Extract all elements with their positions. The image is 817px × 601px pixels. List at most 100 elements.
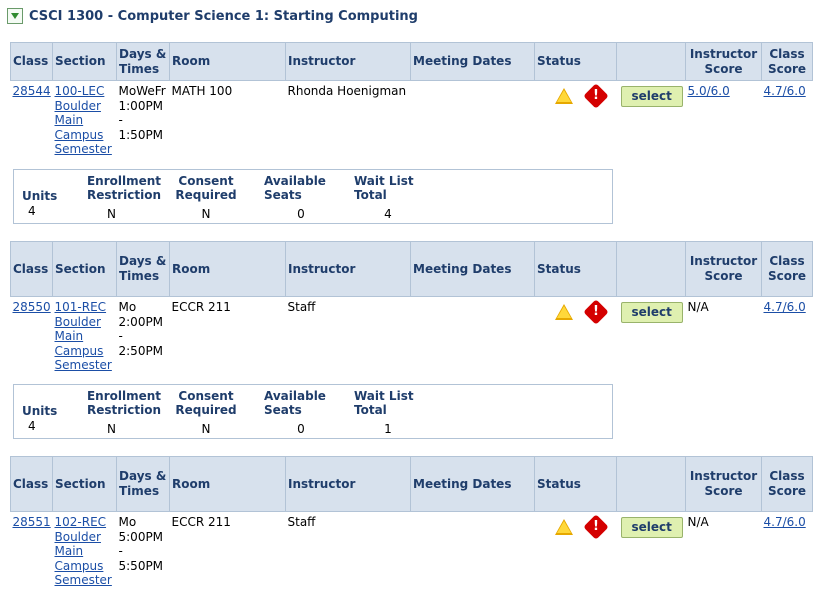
col-class-score: Class Score — [761, 241, 813, 297]
instructor: Rhonda Hoenigman — [287, 84, 407, 98]
wait-list-total-value: 4 — [384, 207, 392, 221]
units-label: Units — [22, 404, 58, 418]
table-row: 28544 100-LEC Boulder Main Campus Semester… — [11, 81, 813, 160]
course-title: CSCI 1300 - Computer Science 1: Starting… — [29, 8, 418, 24]
class-score-link[interactable]: 4.7/6.0 — [764, 515, 806, 529]
class-section-3: Class Section Days & Times Room Instruct… — [10, 456, 813, 591]
col-instructor-score: Instructor Score — [685, 241, 762, 297]
select-button[interactable]: select — [620, 302, 683, 323]
col-days-times: Days & Times — [116, 241, 170, 297]
table-row: 28551 102-REC Boulder Main Campus Semester… — [11, 512, 813, 591]
col-status: Status — [534, 456, 617, 512]
enrollment-restriction-value: N — [107, 422, 116, 436]
select-button[interactable]: select — [620, 517, 683, 538]
status: ! — [535, 512, 617, 591]
col-action — [616, 241, 686, 297]
wait-list-total-label: Wait List Total — [354, 174, 414, 202]
class-details-1: Units 4 Enrollment Restriction N Consent… — [13, 169, 613, 224]
available-seats-value: 0 — [297, 207, 305, 221]
error-diamond-icon: ! — [582, 83, 609, 109]
class-score-link[interactable]: 4.7/6.0 — [764, 300, 806, 314]
section-link[interactable]: 101-REC Boulder Main Campus Semester — [55, 300, 112, 372]
enrollment-restriction-label: Enrollment Restriction — [86, 174, 162, 202]
col-meeting-dates: Meeting Dates — [410, 241, 535, 297]
meeting-dates — [411, 297, 535, 376]
warning-triangle-icon — [554, 88, 573, 104]
status: ! — [535, 81, 617, 160]
class-table: Class Section Days & Times Room Instruct… — [10, 241, 813, 376]
error-diamond-icon: ! — [582, 299, 609, 325]
col-action — [616, 42, 686, 81]
class-section-2: Class Section Days & Times Room Instruct… — [10, 241, 813, 376]
col-instructor: Instructor — [285, 241, 411, 297]
status: ! — [535, 297, 617, 376]
available-seats-label: Available Seats — [264, 389, 326, 417]
col-instructor: Instructor — [285, 456, 411, 512]
col-status: Status — [534, 241, 617, 297]
meeting-dates — [411, 512, 535, 591]
room: ECCR 211 — [171, 300, 231, 314]
col-class: Class — [10, 241, 53, 297]
room: ECCR 211 — [171, 515, 231, 529]
class-number-link[interactable]: 28550 — [13, 300, 51, 314]
class-number-link[interactable]: 28544 — [13, 84, 51, 98]
collapse-toggle-icon[interactable] — [7, 8, 23, 24]
units-value: 4 — [28, 419, 36, 433]
col-instructor: Instructor — [285, 42, 411, 81]
class-number-link[interactable]: 28551 — [13, 515, 51, 529]
consent-required-value: N — [201, 422, 211, 436]
col-section: Section — [52, 42, 117, 81]
instructor: Staff — [287, 300, 316, 314]
col-class-score: Class Score — [761, 456, 813, 512]
days-times: Mo 2:00PM -2:50PM — [118, 300, 164, 358]
consent-required-label: Consent Required — [175, 389, 237, 417]
days-times: MoWeFr 1:00PM -1:50PM — [118, 84, 166, 142]
error-diamond-icon: ! — [582, 514, 609, 540]
col-class: Class — [10, 456, 53, 512]
instructor-score: N/A — [687, 300, 709, 314]
enrollment-restriction-value: N — [107, 207, 116, 221]
days-times: Mo 5:00PM -5:50PM — [118, 515, 164, 573]
col-status: Status — [534, 42, 617, 81]
col-class: Class — [10, 42, 53, 81]
col-meeting-dates: Meeting Dates — [410, 456, 535, 512]
table-row: 28550 101-REC Boulder Main Campus Semester… — [11, 297, 813, 376]
warning-triangle-icon — [554, 304, 573, 320]
col-days-times: Days & Times — [116, 456, 170, 512]
class-details-2: Units 4 Enrollment Restriction N Consent… — [13, 384, 613, 439]
class-score-link[interactable]: 4.7/6.0 — [764, 84, 806, 98]
room: MATH 100 — [171, 84, 233, 98]
col-section: Section — [52, 241, 117, 297]
course-header: CSCI 1300 - Computer Science 1: Starting… — [7, 8, 418, 24]
col-room: Room — [169, 42, 286, 81]
available-seats-label: Available Seats — [264, 174, 326, 202]
col-section: Section — [52, 456, 117, 512]
available-seats-value: 0 — [297, 422, 305, 436]
col-instructor-score: Instructor Score — [685, 456, 762, 512]
units-value: 4 — [28, 204, 36, 218]
col-days-times: Days & Times — [116, 42, 170, 81]
section-link[interactable]: 100-LEC Boulder Main Campus Semester — [55, 84, 112, 156]
col-instructor-score: Instructor Score — [685, 42, 762, 81]
instructor-score: N/A — [687, 515, 709, 529]
class-section-1: Class Section Days & Times Room Instruct… — [10, 42, 813, 160]
col-class-score: Class Score — [761, 42, 813, 81]
class-table: Class Section Days & Times Room Instruct… — [10, 42, 813, 160]
col-room: Room — [169, 456, 286, 512]
units-label: Units — [22, 189, 58, 203]
enrollment-restriction-label: Enrollment Restriction — [86, 389, 162, 417]
col-meeting-dates: Meeting Dates — [410, 42, 535, 81]
section-link[interactable]: 102-REC Boulder Main Campus Semester — [55, 515, 112, 587]
instructor-score-link[interactable]: 5.0/6.0 — [688, 84, 730, 98]
meeting-dates — [411, 81, 535, 160]
warning-triangle-icon — [554, 519, 573, 535]
col-room: Room — [169, 241, 286, 297]
class-table: Class Section Days & Times Room Instruct… — [10, 456, 813, 591]
instructor: Staff — [287, 515, 316, 529]
col-action — [616, 456, 686, 512]
select-button[interactable]: select — [620, 86, 683, 107]
wait-list-total-label: Wait List Total — [354, 389, 414, 417]
consent-required-value: N — [201, 207, 211, 221]
wait-list-total-value: 1 — [384, 422, 392, 436]
consent-required-label: Consent Required — [175, 174, 237, 202]
